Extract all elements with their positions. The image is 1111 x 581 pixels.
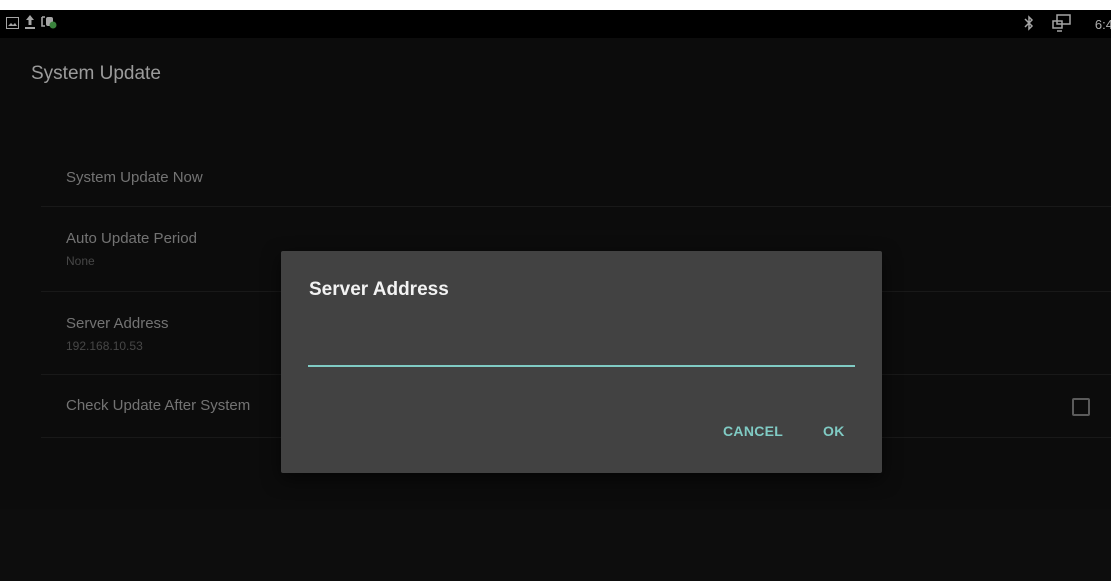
server-address-input[interactable] <box>308 337 855 367</box>
dialog-title: Server Address <box>309 279 449 300</box>
cancel-button[interactable]: CANCEL <box>723 423 783 439</box>
server-address-dialog: Server Address CANCEL OK <box>281 251 882 473</box>
ok-button[interactable]: OK <box>823 423 845 439</box>
app-screen: 6:4 System Update System Update Now Auto… <box>0 10 1111 581</box>
